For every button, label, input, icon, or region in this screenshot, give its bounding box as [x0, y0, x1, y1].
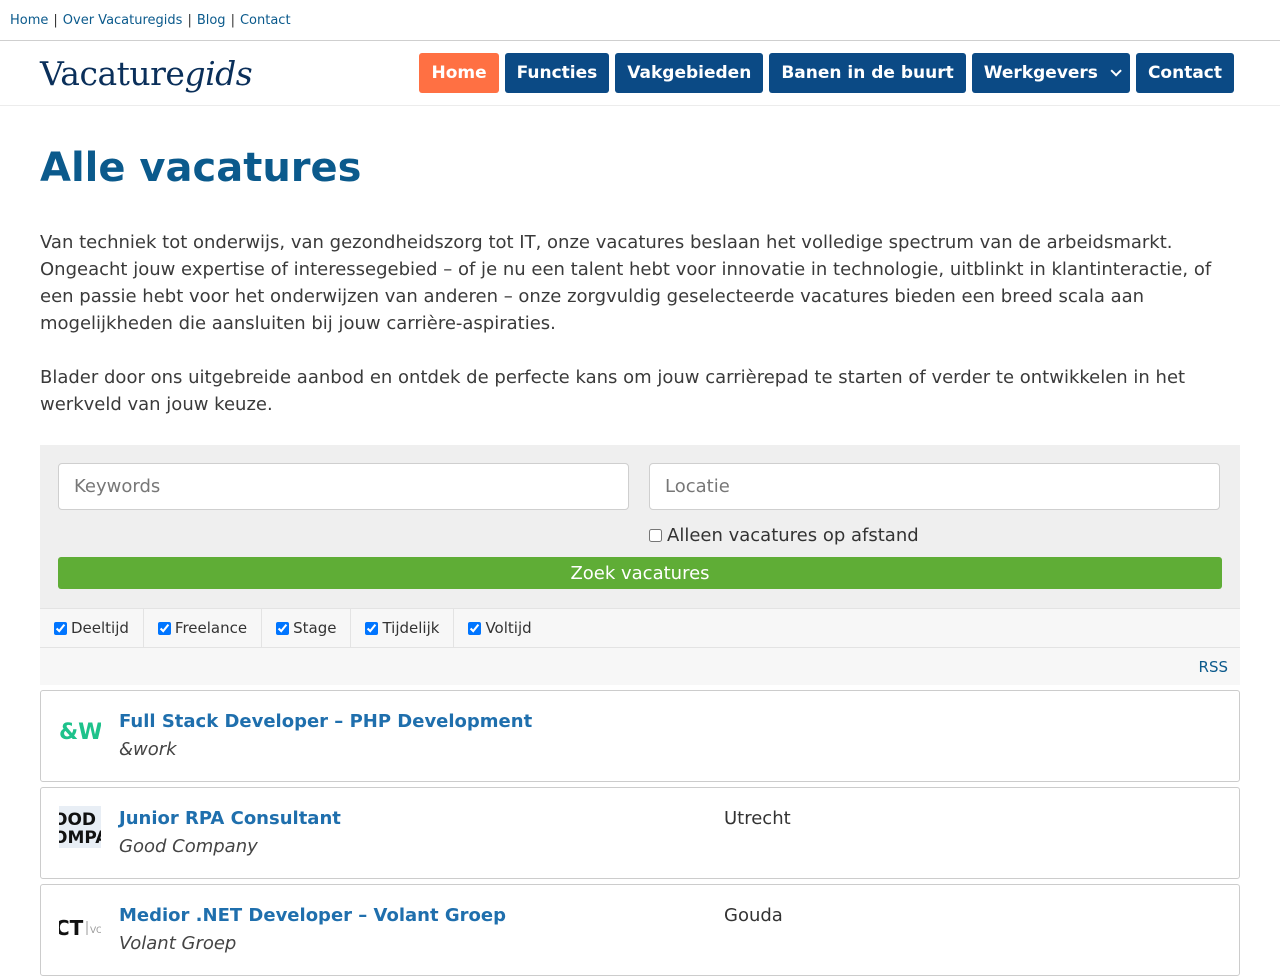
job-location: Gouda	[724, 905, 783, 926]
job-type-filters: Deeltijd Freelance Stage Tijdelijk Volti…	[40, 608, 1240, 648]
site-logo[interactable]: Vacaturegids	[40, 54, 253, 93]
top-link-separator: |	[53, 12, 58, 28]
main-nav: Home Functies Vakgebieden Banen in de bu…	[419, 53, 1234, 93]
job-company: Volant Groep	[119, 933, 237, 954]
nav-contact[interactable]: Contact	[1135, 53, 1234, 93]
filter-deeltijd[interactable]: Deeltijd	[40, 609, 144, 647]
remote-only-label: Alleen vacatures op afstand	[667, 525, 919, 546]
nav-werkgevers-label: Werkgevers	[983, 63, 1098, 83]
top-links-bar: Home | Over Vacaturegids | Blog | Contac…	[0, 0, 1280, 41]
rss-link[interactable]: RSS	[1199, 658, 1228, 676]
top-link-blog[interactable]: Blog	[197, 13, 226, 28]
filter-label: Stage	[293, 619, 337, 637]
filter-label: Deeltijd	[71, 619, 129, 637]
logo-text-regular: Vacature	[40, 54, 185, 93]
filter-freelance[interactable]: Freelance	[144, 609, 263, 647]
logo-glyph: &W	[59, 720, 101, 745]
filter-label: Freelance	[174, 619, 248, 637]
job-company: &work	[119, 739, 177, 760]
filter-tijdelijk[interactable]: Tijdelijk	[351, 609, 455, 647]
top-link-separator: |	[187, 12, 192, 28]
company-logo: CT VO	[59, 903, 101, 945]
chevron-down-icon	[1110, 65, 1122, 77]
remote-only-checkbox[interactable]	[649, 529, 662, 542]
job-listing[interactable]: CT VO Medior .NET Developer – Volant Gro…	[40, 884, 1240, 976]
rss-row: RSS	[40, 648, 1240, 685]
filter-stage-checkbox[interactable]	[276, 621, 290, 635]
filter-label: Voltijd	[485, 619, 532, 637]
job-company: Good Company	[119, 836, 258, 857]
top-link-separator: |	[230, 12, 235, 28]
svg-text:VO: VO	[90, 926, 101, 936]
top-link-about[interactable]: Over Vacaturegids	[63, 13, 183, 28]
filter-freelance-checkbox[interactable]	[157, 621, 171, 635]
page-title: Alle vacatures	[40, 145, 362, 191]
job-location: Utrecht	[724, 808, 791, 829]
company-logo: &W	[59, 709, 101, 751]
filter-deeltijd-checkbox[interactable]	[54, 621, 67, 635]
remote-only-option[interactable]: Alleen vacatures op afstand	[649, 525, 919, 546]
nav-functies[interactable]: Functies	[504, 53, 610, 93]
nav-banen-in-de-buurt[interactable]: Banen in de buurt	[769, 53, 966, 93]
nav-vakgebieden[interactable]: Vakgebieden	[615, 53, 764, 93]
company-logo: OOD OMPA	[59, 806, 101, 848]
top-link-contact[interactable]: Contact	[240, 13, 291, 28]
job-title-link[interactable]: Junior RPA Consultant	[119, 808, 341, 829]
nav-home[interactable]: Home	[419, 53, 499, 93]
search-jobs-button[interactable]: Zoek vacatures	[58, 557, 1222, 589]
logo-glyph: OOD	[59, 810, 96, 830]
filter-tijdelijk-checkbox[interactable]	[365, 621, 379, 635]
site-header: Vacaturegids Home Functies Vakgebieden B…	[0, 41, 1280, 106]
keywords-input[interactable]	[58, 463, 629, 510]
filter-stage[interactable]: Stage	[262, 609, 352, 647]
location-input[interactable]	[649, 463, 1220, 510]
filter-label: Tijdelijk	[382, 619, 440, 637]
filter-voltijd-checkbox[interactable]	[468, 621, 482, 635]
job-listing[interactable]: &W Full Stack Developer – PHP Developmen…	[40, 690, 1240, 782]
job-search-form: Alleen vacatures op afstand Zoek vacatur…	[40, 445, 1240, 608]
nav-werkgevers[interactable]: Werkgevers	[971, 53, 1130, 93]
logo-glyph: CT	[59, 916, 84, 940]
job-title-link[interactable]: Full Stack Developer – PHP Development	[119, 711, 532, 732]
filter-voltijd[interactable]: Voltijd	[454, 609, 545, 647]
logo-glyph: OMPA	[59, 828, 101, 848]
job-listing[interactable]: OOD OMPA Junior RPA Consultant Good Comp…	[40, 787, 1240, 879]
intro-paragraph: Van techniek tot onderwijs, van gezondhe…	[40, 232, 1212, 334]
top-link-home[interactable]: Home	[10, 13, 48, 28]
intro-paragraph-2: Blader door ons uitgebreide aanbod en on…	[40, 367, 1186, 415]
job-title-link[interactable]: Medior .NET Developer – Volant Groep	[119, 905, 506, 926]
logo-text-italic: gids	[184, 54, 253, 93]
